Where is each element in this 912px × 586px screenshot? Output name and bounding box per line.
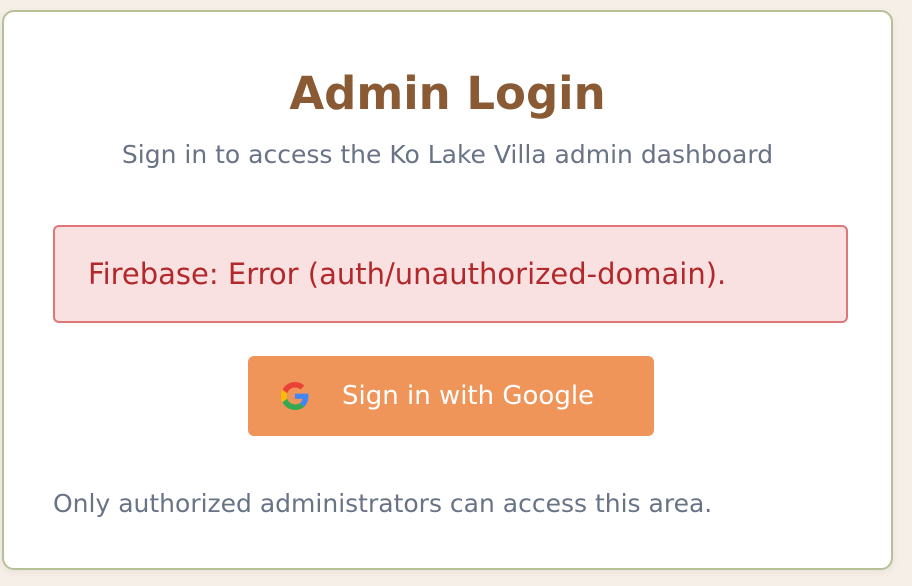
error-alert: Firebase: Error (auth/unauthorized-domai…	[53, 225, 848, 323]
page-subtitle: Sign in to access the Ko Lake Villa admi…	[121, 140, 774, 169]
google-sign-in-button[interactable]: Sign in with Google	[248, 356, 654, 436]
authorization-note: Only authorized administrators can acces…	[53, 489, 713, 518]
page-title: Admin Login	[289, 67, 606, 120]
error-message: Firebase: Error (auth/unauthorized-domai…	[88, 257, 727, 291]
google-button-label: Sign in with Google	[342, 381, 595, 411]
admin-login-card: Admin Login Sign in to access the Ko Lak…	[2, 10, 893, 570]
google-icon	[281, 382, 309, 410]
